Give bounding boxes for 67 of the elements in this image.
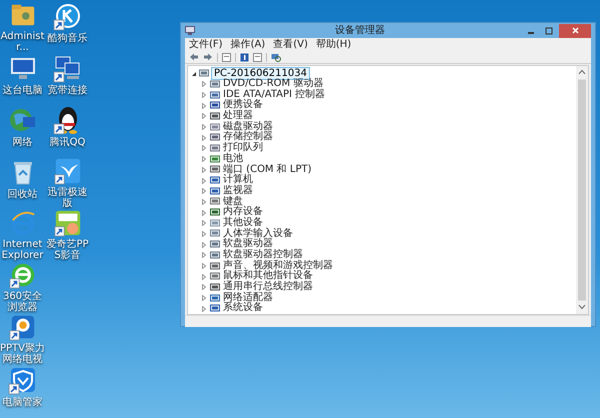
bird-icon[interactable] [52, 157, 82, 185]
expand-arrow-icon[interactable] [201, 145, 207, 152]
tree-item[interactable]: 其他设备 [223, 218, 263, 229]
menu-item[interactable]: 帮助(H) [316, 38, 352, 50]
expand-arrow-icon[interactable] [201, 81, 207, 88]
tree-item[interactable]: 内存设备 [223, 207, 263, 218]
close-icon [572, 27, 578, 34]
desktop-icon-label[interactable]: 这台电脑 [2, 85, 42, 96]
computer-icon [185, 26, 195, 35]
tree-item[interactable]: 电池 [223, 154, 243, 165]
tree-item[interactable]: DVD/CD-ROM 驱动器 [223, 79, 324, 90]
expand-arrow-icon[interactable] [201, 178, 207, 184]
expand-arrow-icon[interactable] [201, 306, 207, 312]
expand-arrow-icon[interactable] [201, 242, 207, 248]
expand-arrow-icon[interactable] [201, 263, 207, 270]
menu-item[interactable]: 操作(A) [230, 38, 266, 50]
back-arrow-icon[interactable] [189, 53, 199, 61]
expand-arrow-icon[interactable] [201, 252, 207, 258]
expand-arrow-icon[interactable] [201, 284, 207, 290]
tree-item[interactable]: 软盘驱动器控制器 [223, 250, 303, 261]
desktop-icon-label[interactable]: 网络 [12, 137, 32, 148]
tree-item[interactable]: 处理器 [223, 111, 253, 122]
expand-arrow-icon[interactable] [201, 274, 207, 280]
desktop-icon-label[interactable]: 腾讯QQ [50, 137, 86, 148]
expand-arrow-icon[interactable] [201, 220, 207, 226]
close-button[interactable] [559, 24, 591, 38]
desktop-icon-label[interactable]: 宽带连接 [48, 85, 88, 96]
help-icon[interactable] [240, 52, 249, 62]
expand-arrow-icon[interactable] [201, 113, 207, 120]
tree-item[interactable]: 软盘驱动器 [223, 239, 273, 250]
scrollbar[interactable] [576, 66, 588, 314]
expand-arrow-icon[interactable] [201, 134, 207, 141]
tree-item[interactable]: 键盘 [223, 196, 243, 208]
menu-item[interactable]: 文件(F) [189, 38, 223, 50]
desktop-icon-label[interactable]: Administr... [0, 31, 45, 53]
desktop-icon-label[interactable]: Internet Explorer [0, 239, 45, 261]
expand-arrow-icon[interactable] [201, 198, 207, 205]
expand-arrow-icon[interactable] [201, 92, 207, 98]
desktop-icon-label[interactable]: 迅雷极速版 [45, 187, 90, 209]
expand-arrow-icon[interactable] [201, 166, 207, 173]
tree-item[interactable]: 人体学输入设备 [223, 228, 293, 240]
music-app-icon[interactable] [52, 1, 82, 31]
properties-icon[interactable] [222, 52, 231, 62]
forward-arrow-icon[interactable] [203, 53, 213, 61]
scan-monitor-icon[interactable] [271, 52, 281, 62]
tree-item[interactable]: 监视器 [223, 186, 253, 197]
expand-arrow-icon[interactable] [201, 295, 207, 302]
tree-item[interactable]: 计算机 [223, 175, 253, 186]
expand-arrow-icon[interactable] [201, 210, 207, 216]
tv-app-icon[interactable] [52, 209, 82, 237]
shield-icon[interactable] [8, 365, 38, 395]
expand-arrow-icon[interactable] [201, 124, 207, 130]
window-title: 设备管理器 [334, 24, 386, 38]
menu-item[interactable]: 查看(V) [273, 38, 308, 50]
properties-icon[interactable] [253, 52, 262, 62]
expand-arrow-icon[interactable] [201, 188, 207, 194]
tree-item[interactable]: 通用串行总线控制器 [223, 282, 313, 293]
desktop-icon-label[interactable]: 回收站 [8, 189, 38, 200]
desktop-icon-label[interactable]: 爱奇艺PPS影音 [45, 239, 90, 261]
collapse-arrow-icon[interactable] [191, 70, 197, 76]
expand-arrow-icon[interactable] [201, 102, 207, 109]
expand-arrow-icon[interactable] [201, 156, 207, 162]
tree-item[interactable]: 系统设备 [223, 303, 263, 314]
tree-item[interactable]: 打印队列 [223, 143, 263, 154]
desktop-icon-label[interactable]: 酷狗音乐 [48, 33, 88, 44]
expand-arrow-icon[interactable] [201, 230, 207, 237]
maximize-icon[interactable] [543, 26, 555, 34]
